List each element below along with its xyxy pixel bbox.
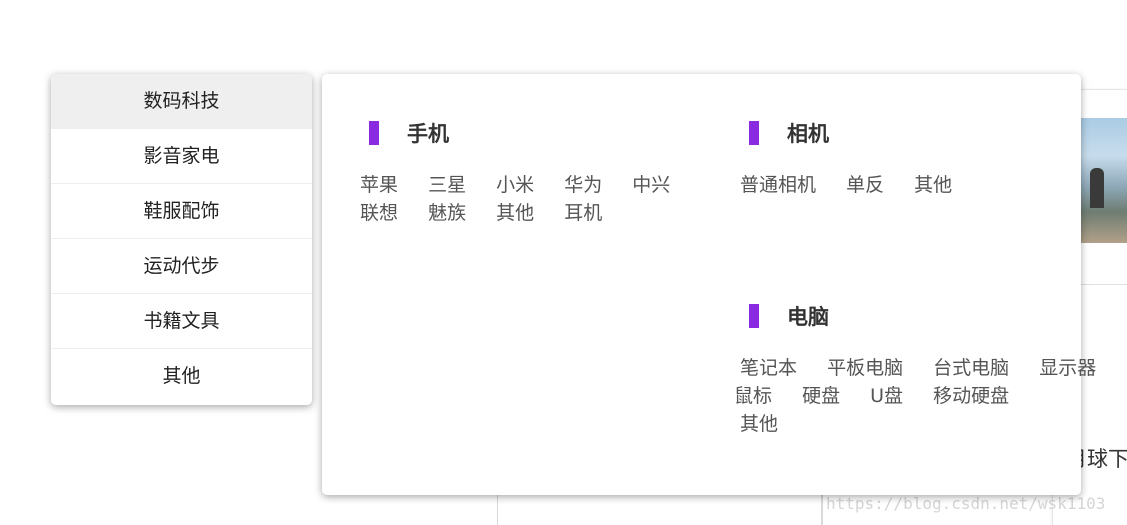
- group-computer-links: 笔记本 平板电脑 台式电脑 显示器 鼠标 硬盘 U盘 移动硬盘 其他: [734, 354, 1103, 438]
- group-title-phone: 手机: [407, 122, 449, 146]
- watermark: https://blog.csdn.net/wsk1103: [826, 494, 1106, 513]
- link-zte[interactable]: 中兴: [632, 174, 670, 196]
- group-marker: [749, 304, 759, 328]
- link-phone-other[interactable]: 其他: [496, 202, 534, 224]
- link-xiaomi[interactable]: 小米: [496, 174, 534, 196]
- background-thumbnail-image: [1080, 118, 1127, 243]
- link-samsung[interactable]: 三星: [428, 174, 466, 196]
- link-tablet[interactable]: 平板电脑: [827, 357, 903, 379]
- group-phone-header: 手机: [322, 119, 702, 149]
- subcategory-panel: 手机 苹果 三星 小米 华为 中兴 联想 魅族 其他 耳机 相机 普通相机 单反…: [322, 74, 1096, 495]
- link-huawei[interactable]: 华为: [564, 174, 602, 196]
- category-item-apparel[interactable]: 鞋服配饰: [51, 184, 312, 239]
- link-external-hdd[interactable]: 移动硬盘: [933, 385, 1009, 407]
- link-computer-other[interactable]: 其他: [740, 413, 778, 435]
- link-usb-drive[interactable]: U盘: [870, 385, 903, 407]
- link-camera-other[interactable]: 其他: [914, 174, 952, 196]
- link-earphones[interactable]: 耳机: [564, 202, 602, 224]
- group-camera-links: 普通相机 单反 其他: [740, 171, 959, 199]
- group-camera: 相机 普通相机 单反 其他: [702, 119, 1081, 196]
- group-computer-header: 电脑: [702, 302, 1081, 332]
- group-phone: 手机 苹果 三星 小米 华为 中兴 联想 魅族 其他 耳机: [322, 119, 702, 224]
- link-mouse[interactable]: 鼠标: [734, 385, 772, 407]
- group-title-computer: 电脑: [787, 305, 829, 329]
- group-phone-links: 苹果 三星 小米 华为 中兴 联想 魅族 其他 耳机: [360, 171, 677, 227]
- link-dslr[interactable]: 单反: [846, 174, 884, 196]
- group-title-camera: 相机: [787, 122, 829, 146]
- link-desktop[interactable]: 台式电脑: [933, 357, 1009, 379]
- link-hard-disk[interactable]: 硬盘: [802, 385, 840, 407]
- background-card-bottom: [497, 494, 822, 525]
- link-compact-camera[interactable]: 普通相机: [740, 174, 816, 196]
- category-item-other[interactable]: 其他: [51, 349, 312, 404]
- group-marker: [749, 121, 759, 145]
- link-monitor[interactable]: 显示器: [1039, 357, 1096, 379]
- category-item-av-appliances[interactable]: 影音家电: [51, 129, 312, 184]
- link-lenovo[interactable]: 联想: [360, 202, 398, 224]
- link-apple[interactable]: 苹果: [360, 174, 398, 196]
- category-menu: 数码科技 影音家电 鞋服配饰 运动代步 书籍文具 其他: [51, 74, 312, 405]
- group-camera-header: 相机: [702, 119, 1081, 149]
- category-item-books[interactable]: 书籍文具: [51, 294, 312, 349]
- link-meizu[interactable]: 魅族: [428, 202, 466, 224]
- category-item-sports[interactable]: 运动代步: [51, 239, 312, 294]
- group-marker: [369, 121, 379, 145]
- category-item-digital[interactable]: 数码科技: [51, 74, 312, 129]
- group-computer: 电脑 笔记本 平板电脑 台式电脑 显示器 鼠标 硬盘 U盘 移动硬盘 其他: [702, 302, 1096, 435]
- link-laptop[interactable]: 笔记本: [740, 357, 797, 379]
